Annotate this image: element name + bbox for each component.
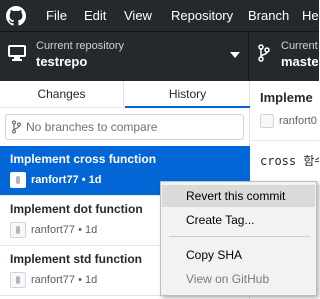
avatar bbox=[10, 222, 26, 238]
context-menu: Revert this commit Create Tag... Copy SH… bbox=[160, 181, 317, 296]
branch-selector[interactable]: Current master bbox=[250, 32, 320, 81]
commit-meta: ranfort77 • 1d bbox=[31, 274, 98, 286]
commit-title: Implement dot function bbox=[10, 202, 143, 216]
copy-sha-menu-item[interactable]: Copy SHA bbox=[162, 244, 315, 266]
create-tag-menu-item[interactable]: Create Tag... bbox=[162, 209, 315, 231]
menu-repository[interactable]: Repository bbox=[171, 8, 233, 24]
commit-detail-author: ranfort0 bbox=[279, 115, 317, 127]
menu-branch[interactable]: Branch bbox=[248, 8, 289, 24]
tab-bar: Changes History bbox=[0, 81, 250, 108]
commit-detail-title: Impleme bbox=[260, 90, 313, 105]
branch-icon bbox=[12, 120, 21, 134]
avatar bbox=[10, 272, 26, 288]
commit-meta: ranfort77 • 1d bbox=[31, 174, 102, 186]
commit-meta: ranfort77 • 1d bbox=[31, 224, 98, 236]
compare-placeholder: No branches to compare bbox=[26, 120, 158, 134]
commit-title: Implement std function bbox=[10, 252, 142, 266]
branch-name: master bbox=[281, 54, 320, 69]
commit-title: Implement cross function bbox=[10, 152, 157, 166]
repository-label: Current repository bbox=[36, 40, 125, 52]
chevron-down-icon bbox=[230, 52, 240, 58]
menu-file[interactable]: File bbox=[46, 8, 67, 24]
commit-detail-header: Impleme ranfort0 bbox=[251, 81, 319, 141]
toolbar: Current repository testrepo Current mast… bbox=[0, 31, 320, 81]
menu-bar: File Edit View Repository Branch He bbox=[0, 0, 319, 31]
computer-icon bbox=[8, 45, 26, 61]
repository-name: testrepo bbox=[36, 54, 88, 69]
menu-view[interactable]: View bbox=[124, 8, 152, 24]
menu-edit[interactable]: Edit bbox=[84, 8, 106, 24]
tab-history[interactable]: History bbox=[125, 81, 250, 108]
branch-icon bbox=[258, 44, 270, 62]
commit-detail-message: cross 함수 bbox=[260, 154, 319, 168]
menu-separator bbox=[169, 236, 310, 237]
avatar bbox=[10, 172, 26, 188]
view-on-github-menu-item: View on GitHub bbox=[186, 272, 270, 286]
avatar bbox=[260, 114, 274, 128]
github-logo-icon[interactable] bbox=[6, 6, 26, 26]
repository-selector[interactable]: Current repository testrepo bbox=[0, 32, 249, 81]
tab-changes[interactable]: Changes bbox=[0, 81, 124, 108]
menu-help[interactable]: He bbox=[302, 8, 319, 24]
compare-branch-input[interactable]: No branches to compare bbox=[5, 114, 244, 140]
revert-commit-menu-item[interactable]: Revert this commit bbox=[162, 185, 315, 207]
branch-label: Current bbox=[281, 40, 318, 52]
